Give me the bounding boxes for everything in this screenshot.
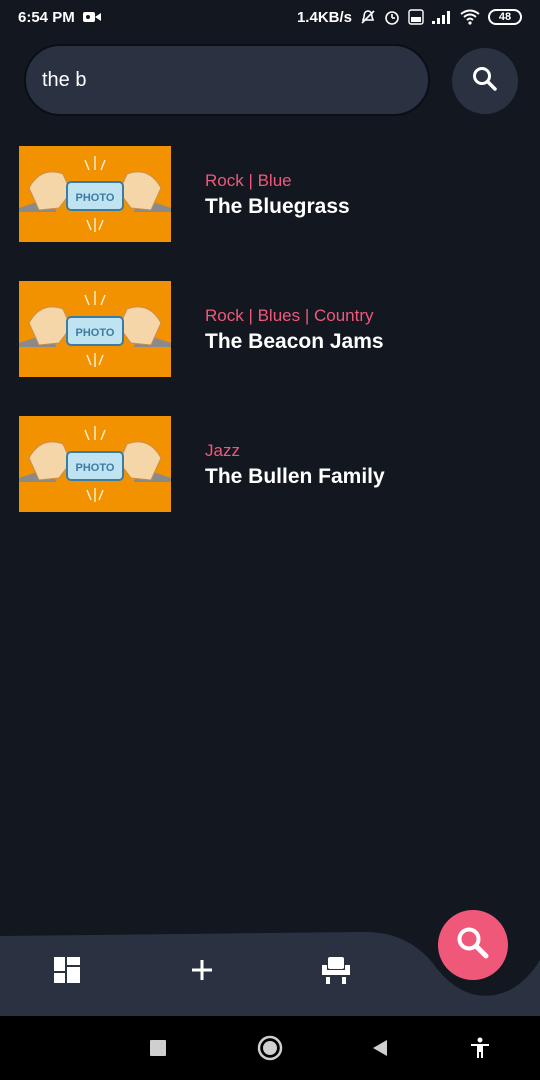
search-field[interactable] bbox=[24, 44, 430, 116]
signal-icon bbox=[432, 10, 452, 24]
thumbnail-image: PHOTO bbox=[19, 416, 171, 512]
volte-icon bbox=[408, 9, 424, 25]
accessibility-icon[interactable] bbox=[466, 1034, 494, 1062]
battery-icon: 48 bbox=[488, 9, 522, 25]
result-text: Rock | Blue The Bluegrass bbox=[205, 170, 350, 220]
video-camera-icon bbox=[82, 11, 101, 23]
dashboard-icon[interactable] bbox=[47, 950, 87, 990]
search-icon bbox=[455, 925, 491, 966]
search-icon bbox=[471, 65, 499, 98]
thumbnail-image: PHOTO bbox=[19, 281, 171, 377]
list-item[interactable]: PHOTO Jazz The Bullen Family bbox=[0, 400, 540, 535]
system-navigation-bar bbox=[0, 1016, 540, 1080]
seat-icon[interactable] bbox=[316, 950, 356, 990]
genre-label: Rock | Blue bbox=[205, 171, 292, 190]
status-right: 1.4KB/s 48 bbox=[297, 9, 522, 26]
band-title: The Bluegrass bbox=[205, 195, 350, 218]
search-fab-button[interactable] bbox=[438, 910, 508, 980]
list-item[interactable]: PHOTO Rock | Blue The Bluegrass bbox=[0, 130, 540, 265]
alarm-icon bbox=[384, 9, 400, 25]
search-button[interactable] bbox=[452, 48, 518, 114]
results-list: PHOTO Rock | Blue The Bluegrass PHOTO Ro… bbox=[0, 130, 540, 535]
thumbnail-image: PHOTO bbox=[19, 146, 171, 242]
search-input[interactable] bbox=[42, 68, 428, 92]
result-text: Rock | Blues | Country The Beacon Jams bbox=[205, 305, 384, 355]
back-icon[interactable] bbox=[366, 1034, 394, 1062]
recents-icon[interactable] bbox=[144, 1034, 172, 1062]
status-bar: 6:54 PM 1.4KB/s 48 bbox=[0, 0, 540, 34]
band-title: The Beacon Jams bbox=[205, 330, 384, 353]
network-speed: 1.4KB/s bbox=[296, 8, 352, 26]
wifi-icon bbox=[460, 9, 480, 25]
add-icon[interactable] bbox=[182, 950, 222, 990]
svg-text:PHOTO: PHOTO bbox=[76, 462, 115, 474]
list-item[interactable]: PHOTO Rock | Blues | Country The Beacon … bbox=[0, 265, 540, 400]
home-icon[interactable] bbox=[256, 1034, 284, 1062]
mute-icon bbox=[360, 9, 376, 25]
svg-text:PHOTO: PHOTO bbox=[76, 327, 115, 339]
svg-text:PHOTO: PHOTO bbox=[76, 192, 115, 204]
status-time: 6:54 PM bbox=[18, 8, 75, 26]
genre-label: Rock | Blues | Country bbox=[205, 306, 374, 325]
status-left: 6:54 PM bbox=[18, 9, 101, 26]
band-title: The Bullen Family bbox=[205, 465, 385, 488]
result-text: Jazz The Bullen Family bbox=[205, 440, 385, 490]
genre-label: Jazz bbox=[205, 441, 240, 460]
